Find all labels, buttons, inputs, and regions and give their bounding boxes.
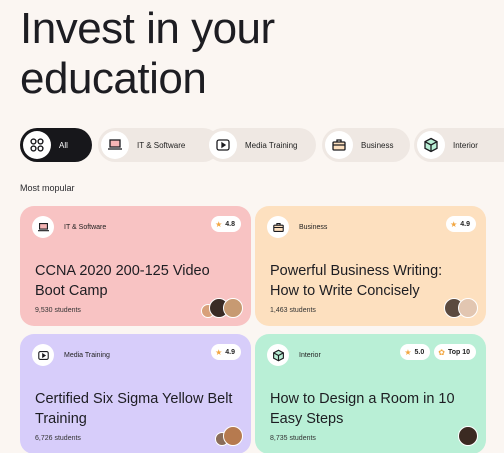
- chip-all[interactable]: All: [20, 128, 92, 162]
- hero-line-1: Invest in your: [20, 4, 275, 53]
- course-category: Interior: [299, 352, 321, 359]
- course-title: How to Design a Room in 10 Easy Steps: [270, 391, 455, 427]
- box-icon: [267, 344, 289, 366]
- rating-badge: ★ 5.0: [400, 344, 431, 360]
- rating-badge: ★ 4.9: [446, 216, 476, 232]
- chip-it-software[interactable]: IT & Software: [98, 128, 220, 162]
- course-card[interactable]: Business ★ 4.9 Powerful Business Writing:…: [255, 206, 486, 326]
- star-icon: ★: [404, 347, 412, 357]
- rating-badge: ★ 4.9: [211, 344, 241, 360]
- star-icon: ★: [450, 219, 458, 229]
- video-icon: [209, 131, 237, 159]
- video-icon: [32, 344, 54, 366]
- chip-interior[interactable]: Interior: [414, 128, 504, 162]
- category-filter-bar: All IT & Software Media Training Busines…: [20, 128, 504, 162]
- course-category: Media Training: [64, 352, 110, 359]
- course-card[interactable]: IT & Software ★ 4.8 CCNA 2020 200-125 Vid…: [20, 206, 251, 326]
- chip-label: All: [59, 140, 68, 150]
- course-title: Certified Six Sigma Yellow Belt Training: [35, 391, 233, 427]
- student-count: 1,463 students: [270, 307, 316, 314]
- briefcase-icon: [325, 131, 353, 159]
- chip-label: IT & Software: [137, 140, 186, 150]
- course-card[interactable]: Interior ★ 5.0 ✿ Top 10 How to Design a Ro…: [255, 334, 486, 453]
- course-category: Business: [299, 224, 328, 231]
- award-icon: ✿: [438, 347, 445, 357]
- course-card[interactable]: Media Training ★ 4.9 Certified Six Sigma …: [20, 334, 251, 453]
- student-count: 9,530 students: [35, 307, 81, 314]
- box-icon: [417, 131, 445, 159]
- student-count: 8,735 students: [270, 435, 316, 442]
- rating-badge: ★ 4.8: [211, 216, 241, 232]
- chip-label: Media Training: [245, 140, 298, 150]
- course-category: IT & Software: [64, 224, 107, 231]
- section-heading: Most mopular: [20, 183, 75, 193]
- laptop-icon: [101, 131, 129, 159]
- hero-line-2: education: [20, 54, 207, 103]
- chip-media-training[interactable]: Media Training: [206, 128, 316, 162]
- avatar: [458, 298, 478, 318]
- top-rank-badge: ✿ Top 10: [434, 344, 476, 360]
- course-title: Powerful Business Writing: How to Write …: [270, 263, 443, 299]
- avatar: [223, 426, 243, 446]
- star-icon: ★: [215, 347, 223, 357]
- student-count: 6,726 students: [35, 435, 81, 442]
- avatar: [458, 426, 478, 446]
- grid-icon: [23, 131, 51, 159]
- chip-business[interactable]: Business: [322, 128, 410, 162]
- chip-label: Business: [361, 140, 394, 150]
- briefcase-icon: [267, 216, 289, 238]
- laptop-icon: [32, 216, 54, 238]
- avatar: [223, 298, 243, 318]
- page-title: Invest in your education: [20, 4, 275, 104]
- star-icon: ★: [215, 219, 223, 229]
- course-title: CCNA 2020 200-125 Video Boot Camp: [35, 263, 210, 299]
- chip-label: Interior: [453, 140, 478, 150]
